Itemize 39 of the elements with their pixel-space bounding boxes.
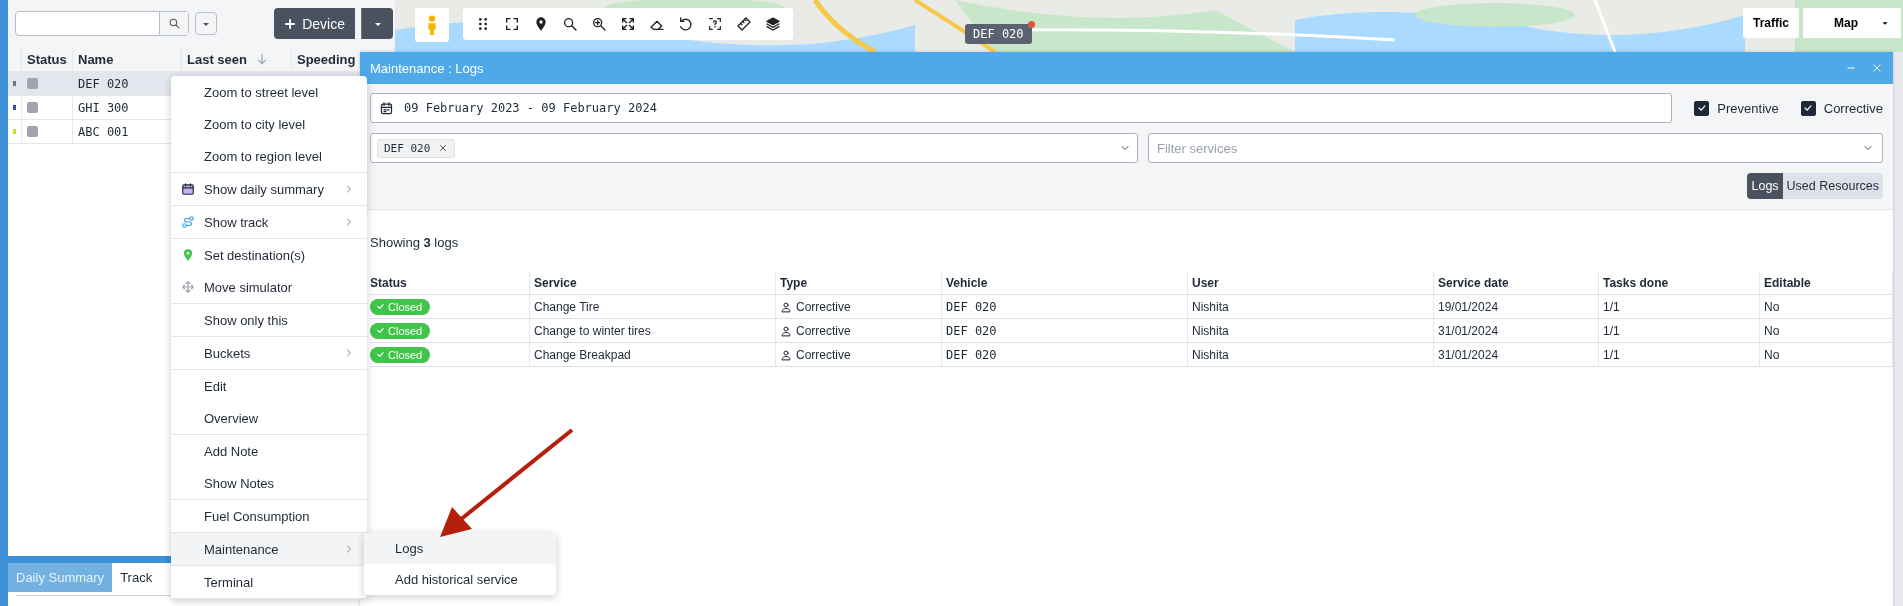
checkbox-label: Preventive bbox=[1717, 100, 1779, 116]
table-cell: 31/01/2024 bbox=[1438, 347, 1499, 362]
table-cell: No bbox=[1764, 323, 1780, 338]
column-header: Type bbox=[776, 272, 942, 295]
checkbox-label: Corrective bbox=[1823, 100, 1883, 116]
device-name: GHI 300 bbox=[78, 100, 129, 115]
status-badge: Closed bbox=[370, 346, 431, 363]
table-cell: Change Tire bbox=[534, 299, 600, 314]
table-cell: No bbox=[1764, 299, 1780, 314]
table-cell: Corrective bbox=[796, 323, 851, 338]
log-count: Showing 3 logs bbox=[370, 235, 459, 250]
table-cell: DEF 020 bbox=[946, 347, 997, 362]
table-cell: Nishita bbox=[1192, 323, 1229, 338]
table-cell: Change to winter tires bbox=[534, 323, 651, 338]
status-badge: Closed bbox=[370, 298, 431, 315]
column-header: User bbox=[1188, 272, 1434, 295]
column-header: Vehicle bbox=[942, 272, 1188, 295]
table-cell: Nishita bbox=[1192, 347, 1229, 362]
table-cell: 19/01/2024 bbox=[1438, 299, 1499, 314]
table-cell: No bbox=[1764, 347, 1780, 362]
column-header: Status bbox=[370, 272, 530, 295]
device-name: ABC 001 bbox=[78, 124, 129, 139]
status-badge: Closed bbox=[370, 322, 431, 339]
table-cell: DEF 020 bbox=[946, 299, 997, 314]
table-cell: DEF 020 bbox=[946, 323, 997, 338]
table-cell: Change Breakpad bbox=[534, 347, 631, 362]
table-cell: Nishita bbox=[1192, 299, 1229, 314]
column-header: Editable bbox=[1760, 272, 1893, 295]
device-name: DEF 020 bbox=[78, 76, 129, 91]
column-header: Tasks done bbox=[1599, 272, 1760, 295]
table-cell: 1/1 bbox=[1603, 347, 1620, 362]
column-header: Service date bbox=[1434, 272, 1599, 295]
table-cell: 31/01/2024 bbox=[1438, 323, 1499, 338]
column-header: Service bbox=[530, 272, 776, 295]
table-cell: 1/1 bbox=[1603, 299, 1620, 314]
table-cell: Corrective bbox=[796, 299, 851, 314]
table-cell: 1/1 bbox=[1603, 323, 1620, 338]
table-cell: Corrective bbox=[796, 347, 851, 362]
tag-label: DEF 020 bbox=[384, 141, 431, 155]
